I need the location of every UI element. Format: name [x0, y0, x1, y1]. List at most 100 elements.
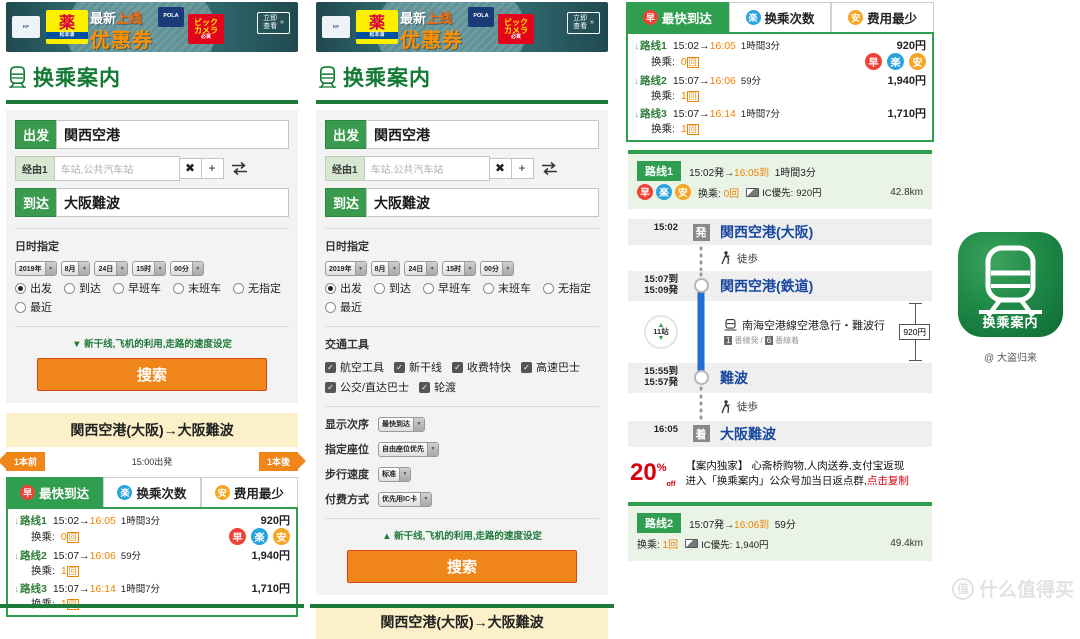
table-row[interactable]: ↓ 路线1 15:02→16:05 1時間3分 920円 换乘: 0回 早 楽 …	[628, 36, 932, 71]
swap-icon[interactable]	[541, 161, 558, 176]
tab-fewest-transfers[interactable]: 楽换乘次数	[728, 2, 832, 32]
radio-nearest[interactable]: 最近	[325, 299, 362, 315]
radio-first-train[interactable]: 早班车	[423, 280, 471, 296]
title-divider	[316, 100, 608, 104]
next-train-button[interactable]: 1本後	[258, 452, 307, 471]
select-year[interactable]: 2019年 ▼	[15, 261, 57, 276]
select-walk-speed-value: 标准	[382, 471, 396, 478]
to-input[interactable]: 大阪難波	[366, 188, 599, 217]
prev-train-button[interactable]: 1本前	[0, 452, 46, 471]
select-hour[interactable]: 15时 ▼	[442, 261, 477, 276]
stop-name-wrap[interactable]: 関西空港(大阪)	[716, 219, 932, 245]
via-clear-icon[interactable]: ✖	[489, 158, 512, 179]
platform-dep-label: 番線発	[734, 336, 759, 346]
route-arr: 16:14	[89, 583, 116, 595]
advanced-options-toggle[interactable]: ▼ 新干线,飞机的利用,走路的速度设定	[15, 336, 289, 350]
tab-fastest[interactable]: 早最快到达	[6, 477, 104, 507]
from-input[interactable]: 関西空港	[56, 120, 289, 149]
select-month[interactable]: 8月 ▼	[370, 261, 401, 276]
route-dep: 15:02	[672, 40, 700, 52]
app-icon[interactable]: 换乘案内	[958, 232, 1063, 337]
select-payment[interactable]: 优先用IC卡 ▼	[378, 491, 432, 507]
via-clear-icon[interactable]: ✖	[179, 158, 202, 179]
swap-icon[interactable]	[231, 161, 248, 176]
train-line-name: 南海空港線空港急行・難波行	[742, 320, 885, 333]
checkbox-ferry[interactable]: ✓ 轮渡	[419, 379, 456, 395]
checkbox-highway-bus[interactable]: ✓ 高速巴士	[521, 359, 580, 375]
transfer-unit: 回	[66, 531, 79, 543]
select-year[interactable]: 2019年 ▼	[325, 261, 367, 276]
promo-banner[interactable]: 20% off 【案内独家】 心斋桥购物,人肉送券,支付宝返现 进入「换乘案内」公…	[630, 459, 930, 491]
radio-nearest-label: 最近	[30, 302, 52, 314]
via-input[interactable]: 车站,公共汽车站	[53, 156, 180, 181]
ad-banner[interactable]: KF 薬 松本清 POLA ビック カメラ 必買 最新上线 优惠券 立即 查看 …	[316, 2, 608, 52]
checkbox-shinkansen[interactable]: ✓ 新干线	[394, 359, 442, 375]
radio-depart[interactable]: 出发	[15, 280, 52, 296]
checkbox-limited-express[interactable]: ✓ 收费特快	[452, 359, 511, 375]
via-add-icon[interactable]: +	[201, 158, 224, 179]
select-minute[interactable]: 00分 ▼	[170, 261, 204, 276]
from-input[interactable]: 関西空港	[366, 120, 599, 149]
stop-name-wrap[interactable]: 難波	[716, 363, 932, 393]
tab-cheapest[interactable]: 安费用最少	[200, 477, 298, 507]
radio-last-train[interactable]: 末班车	[483, 280, 531, 296]
tab-cheapest-label: 费用最少	[233, 487, 284, 501]
radio-arrive[interactable]: 到达	[374, 280, 411, 296]
radio-first-train[interactable]: 早班车	[113, 280, 161, 296]
radio-last-train-label: 末班车	[498, 283, 531, 295]
stops-count-badge[interactable]: ▲ 11站 ▼	[644, 314, 678, 349]
chevron-down-icon: ▼	[44, 262, 56, 275]
result-row-line1: ↓ 路线1 15:02→16:05 1時間3分 920円	[14, 512, 290, 528]
ad-cta-button[interactable]: 立即 查看 »	[567, 12, 600, 35]
table-row[interactable]: ↓ 路线1 15:02→16:05 1時間3分 920円 换乘: 0回 早 楽 …	[8, 511, 296, 546]
tab-cheapest[interactable]: 安费用最少	[831, 2, 935, 32]
select-minute[interactable]: 00分 ▼	[480, 261, 514, 276]
route2-transfer-unit: 回	[668, 540, 679, 552]
cheapest-badge-icon: 安	[848, 10, 864, 25]
table-row[interactable]: ↓ 路线2 15:07→16:06 59分 1,940円 换乘: 1回	[628, 71, 932, 104]
select-month-value: 8月	[374, 265, 386, 273]
radio-nearest[interactable]: 最近	[15, 299, 52, 315]
route-dep: 15:07	[672, 108, 700, 120]
route1-sep: →	[724, 167, 735, 179]
ad-banner[interactable]: KF 薬 松本清 POLA ビック カメラ 必買 最新上线 优惠券 立即 查看 …	[6, 2, 298, 52]
radio-arrive[interactable]: 到达	[64, 280, 101, 296]
route2-summary[interactable]: 路线2 15:07発→16:06到 59分 换乘: 1回 IC優先: 1,940…	[628, 502, 932, 562]
select-walk-speed[interactable]: 标准 ▼	[378, 466, 411, 482]
watermark: 值 什么值得买	[951, 575, 1074, 602]
ad-cta-button[interactable]: 立即 查看 »	[257, 12, 290, 35]
transfer-count: 0回	[60, 530, 80, 544]
advanced-options-toggle[interactable]: ▲ 新干线,飞机的利用,走路的速度设定	[325, 528, 599, 542]
stop-name-wrap[interactable]: 大阪難波	[716, 421, 932, 447]
checkbox-local-bus[interactable]: ✓ 公交/直达巴士	[325, 379, 409, 395]
radio-depart[interactable]: 出发	[325, 280, 362, 296]
radio-depart-label: 出发	[340, 283, 362, 295]
select-day[interactable]: 24日 ▼	[94, 261, 129, 276]
select-seat[interactable]: 自由座位优先 ▼	[378, 441, 439, 457]
od-header: 関西空港(大阪)→大阪難波	[316, 605, 608, 639]
to-label: 到达	[325, 188, 367, 217]
select-sort-order[interactable]: 最快到达 ▼	[378, 416, 425, 432]
promo-copy-link[interactable]: 点击复制	[867, 475, 909, 487]
route-dep: 15:02	[52, 515, 80, 527]
to-input[interactable]: 大阪難波	[56, 188, 289, 217]
search-button[interactable]: 搜索	[36, 358, 268, 391]
select-day[interactable]: 24日 ▼	[404, 261, 439, 276]
via-input[interactable]: 车站,公共汽车站	[363, 156, 490, 181]
expand-arrow-icon: ↓	[634, 76, 639, 87]
watermark-mark: 值	[951, 577, 974, 600]
table-row[interactable]: ↓ 路线2 15:07→16:06 59分 1,940円 换乘: 1回	[8, 546, 296, 579]
via-add-icon[interactable]: +	[511, 158, 534, 179]
stop-name-wrap[interactable]: 関西空港(鉄道)	[716, 271, 932, 301]
select-month[interactable]: 8月 ▼	[60, 261, 91, 276]
checkbox-air[interactable]: ✓ 航空工具	[325, 359, 384, 375]
radio-unspecified[interactable]: 无指定	[233, 280, 281, 296]
table-row[interactable]: ↓ 路线3 15:07→16:14 1時間7分 1,710円 换乘: 1回	[628, 104, 932, 137]
search-button[interactable]: 搜索	[346, 550, 578, 583]
select-hour[interactable]: 15时 ▼	[132, 261, 167, 276]
radio-unspecified[interactable]: 无指定	[543, 280, 591, 296]
tab-fastest[interactable]: 早最快到达	[626, 2, 729, 32]
tab-fewest-transfers[interactable]: 楽换乘次数	[103, 477, 201, 507]
radio-last-train[interactable]: 末班车	[173, 280, 221, 296]
ad-coupon-text: 优惠券	[90, 30, 153, 52]
